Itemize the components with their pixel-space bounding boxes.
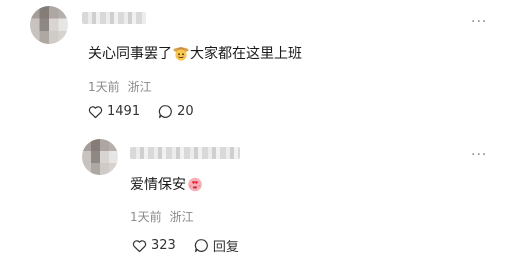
reply-button[interactable]: 20 (158, 104, 194, 119)
like-button[interactable]: 323 (132, 238, 176, 253)
comment-text-start: 爱情保安 (130, 177, 186, 193)
comment-time: 1天前 (88, 80, 120, 94)
comment-text-start: 关心同事罢了 (88, 46, 172, 62)
comment-text-end: 大家都在这里上班 (190, 46, 302, 62)
more-options-icon[interactable]: ··· (471, 15, 487, 29)
comment-meta: 1天前 浙江 (88, 78, 152, 95)
comment-meta: 1天前 浙江 (130, 208, 194, 225)
like-count: 1491 (107, 104, 141, 119)
reply-button[interactable]: 回复 (194, 236, 239, 255)
heart-icon (132, 239, 147, 252)
comment-location: 浙江 (127, 80, 152, 94)
username[interactable] (82, 12, 146, 24)
comment-actions: 323 回复 (132, 236, 239, 255)
like-button[interactable]: 1491 (88, 104, 140, 119)
chat-bubble-icon (194, 239, 208, 253)
chat-bubble-icon (158, 105, 172, 119)
avatar[interactable] (82, 139, 118, 175)
comment-time: 1天前 (130, 210, 162, 224)
like-count: 323 (151, 238, 176, 253)
avatar[interactable] (30, 6, 68, 44)
comment-location: 浙江 (169, 210, 194, 224)
heart-eyes-emoji-icon (188, 177, 202, 192)
comment-text: 爱情保安 (130, 176, 204, 194)
cowboy-face-emoji-icon (173, 47, 189, 61)
more-options-icon[interactable]: ··· (471, 148, 487, 162)
comment-text: 关心同事罢了 大家都在这里上班 (88, 45, 302, 63)
reply-label: 回复 (212, 240, 239, 255)
username[interactable] (130, 147, 240, 159)
heart-icon (88, 105, 103, 118)
reply-count: 20 (177, 104, 194, 119)
comment-actions: 1491 20 (88, 104, 194, 119)
